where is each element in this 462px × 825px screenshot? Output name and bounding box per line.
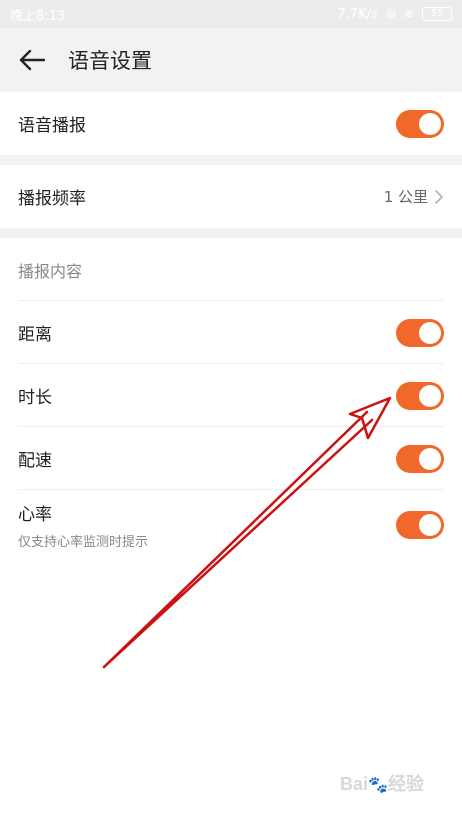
voice-broadcast-toggle[interactable] (396, 109, 444, 138)
chevron-right-icon (435, 189, 443, 204)
heart-rate-toggle[interactable] (396, 511, 444, 539)
voice-broadcast-section: 语音播报 (0, 92, 462, 155)
voice-broadcast-label: 语音播报 (18, 116, 86, 136)
status-bar: 晚上8:13 7.7K/s ılıl ≋ 59 (0, 0, 462, 28)
duration-toggle[interactable] (396, 381, 444, 410)
frequency-row[interactable]: 播报频率 1 公里 (0, 165, 462, 228)
signal-icon: ılıl (385, 7, 396, 21)
voice-broadcast-row: 语音播报 (0, 92, 462, 155)
page-title: 语音设置 (68, 49, 152, 73)
status-icons: 7.7K/s ılıl ≋ 59 (337, 7, 452, 22)
heart-rate-sublabel: 仅支持心率监测时提示 (18, 535, 149, 550)
section-gap (0, 228, 462, 238)
network-speed: 7.7K/s (337, 6, 378, 22)
section-gap (0, 155, 462, 165)
list-item-pace: 配速 (0, 427, 462, 490)
heart-rate-label: 心率 (18, 505, 52, 525)
battery-icon: 59 (422, 7, 452, 21)
wifi-icon: ≋ (403, 6, 414, 22)
frequency-label: 播报频率 (18, 189, 86, 209)
watermark-logo: Bai🐾经验 (340, 774, 424, 794)
arrow-left-icon (19, 49, 45, 71)
duration-label: 时长 (18, 388, 52, 408)
content-section-header: 播报内容 (18, 261, 83, 281)
list-item-heart-rate: 心率 仅支持心率监测时提示 (0, 490, 462, 560)
heart-rate-label-group: 心率 仅支持心率监测时提示 (18, 500, 148, 550)
frequency-value: 1 公里 (383, 188, 428, 206)
frequency-section: 播报频率 1 公里 (0, 165, 462, 228)
list-item-distance: 距离 (0, 301, 462, 364)
status-time: 晚上8:13 (10, 8, 66, 24)
distance-label: 距离 (18, 325, 52, 345)
app-header: 语音设置 (0, 28, 462, 92)
back-button[interactable] (4, 28, 60, 92)
distance-toggle[interactable] (396, 318, 444, 347)
pace-label: 配速 (18, 451, 52, 471)
frequency-value-wrap[interactable]: 1 公里 (384, 186, 444, 207)
list-item-duration: 时长 (0, 364, 462, 427)
content-header-row: 播报内容 (0, 238, 462, 301)
pace-toggle[interactable] (396, 444, 444, 473)
broadcast-content-section: 播报内容 距离 时长 配速 心率 仅支持心率监测时提示 (0, 238, 462, 560)
